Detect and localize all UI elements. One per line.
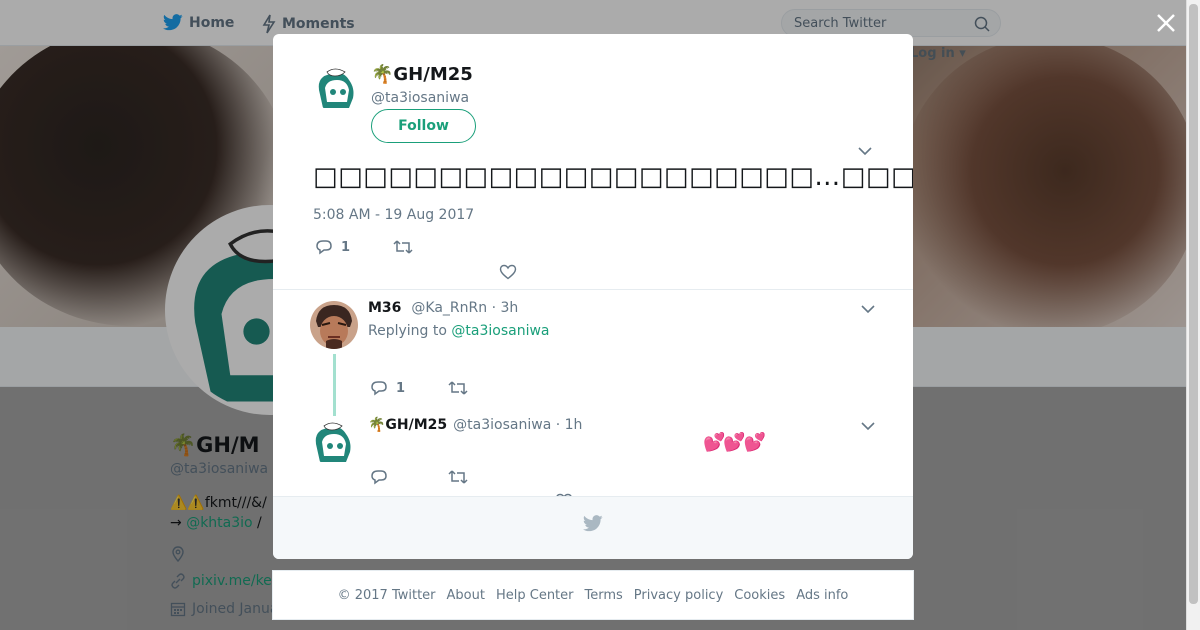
tweet-author-avatar[interactable] (313, 64, 361, 112)
retweet-icon (448, 381, 468, 395)
retweet-icon (448, 470, 468, 484)
chevron-down-icon[interactable] (858, 146, 872, 156)
reply-avatar[interactable] (310, 301, 358, 349)
close-icon[interactable] (1155, 12, 1177, 34)
reply-author-name[interactable]: 🌴GH/M25 (368, 417, 447, 433)
reply-header: 🌴GH/M25 @ta3iosaniwa · 1h (368, 417, 582, 433)
reply-author-name[interactable]: M36 (368, 300, 401, 316)
replying-prefix: Replying to (368, 323, 452, 339)
scrollbar-thumb[interactable] (1189, 4, 1198, 604)
retweet-action[interactable] (448, 469, 468, 485)
page-footer: © 2017 Twitter About Help Center Terms P… (272, 570, 914, 620)
footer-about-link[interactable]: About (447, 588, 485, 603)
reply-avatar[interactable] (310, 418, 358, 466)
reply-header: M36 @Ka_RnRn · 3h (368, 300, 518, 316)
tweet-actions: 1 (315, 239, 421, 255)
chevron-down-icon[interactable] (861, 421, 875, 431)
replying-to: Replying to @ta3iosaniwa (368, 323, 550, 339)
footer-cookies-link[interactable]: Cookies (734, 588, 785, 603)
footer-help-link[interactable]: Help Center (496, 588, 574, 603)
footer-ads-link[interactable]: Ads info (796, 588, 848, 603)
tweet-author-handle[interactable]: @ta3iosaniwa (371, 90, 469, 106)
retweet-action[interactable] (448, 380, 468, 396)
chevron-down-icon[interactable] (861, 304, 875, 314)
tweet-timestamp[interactable]: 5:08 AM - 19 Aug 2017 (313, 207, 474, 223)
tweet-author-name[interactable]: 🌴GH/M25 (371, 64, 473, 85)
twitter-bird-icon (583, 515, 603, 532)
reply-count: 1 (396, 380, 406, 396)
retweet-action[interactable] (393, 239, 421, 255)
tweet-text: □□□□□□□□□□□□□□□□□□□□…□□□□□□□□□□□□□□□□□□□… (313, 162, 913, 192)
divider (273, 289, 913, 290)
reply-actions: 1 (370, 380, 468, 396)
reply-icon (371, 381, 387, 396)
footer-privacy-link[interactable]: Privacy policy (634, 588, 723, 603)
retweet-icon (393, 240, 413, 254)
reply-icon (371, 470, 387, 485)
tweet-modal: 🌴GH/M25 @ta3iosaniwa Follow □□□□□□□□□□□□… (273, 34, 913, 559)
reply-time[interactable]: · 1h (556, 417, 583, 433)
reply-author-handle[interactable]: @ta3iosaniwa (453, 417, 551, 433)
reply-action[interactable]: 1 (370, 380, 448, 396)
reply-text: 💕💕💕 (703, 432, 766, 453)
reply-action[interactable] (370, 469, 448, 485)
footer-copyright: © 2017 Twitter (337, 587, 436, 603)
reply-count: 1 (341, 239, 351, 255)
reply-action[interactable]: 1 (315, 239, 393, 255)
reply-time[interactable]: · 3h (492, 300, 519, 316)
scrollbar[interactable] (1186, 0, 1200, 630)
replying-to-link[interactable]: @ta3iosaniwa (451, 323, 549, 339)
footer-terms-link[interactable]: Terms (585, 588, 623, 603)
reply-author-handle[interactable]: @Ka_RnRn (411, 300, 487, 316)
heart-icon[interactable] (499, 264, 517, 280)
reply-icon (316, 240, 332, 255)
thread-line (333, 354, 336, 416)
modal-footer (273, 496, 913, 559)
reply-actions (370, 469, 468, 485)
follow-button[interactable]: Follow (371, 109, 476, 143)
